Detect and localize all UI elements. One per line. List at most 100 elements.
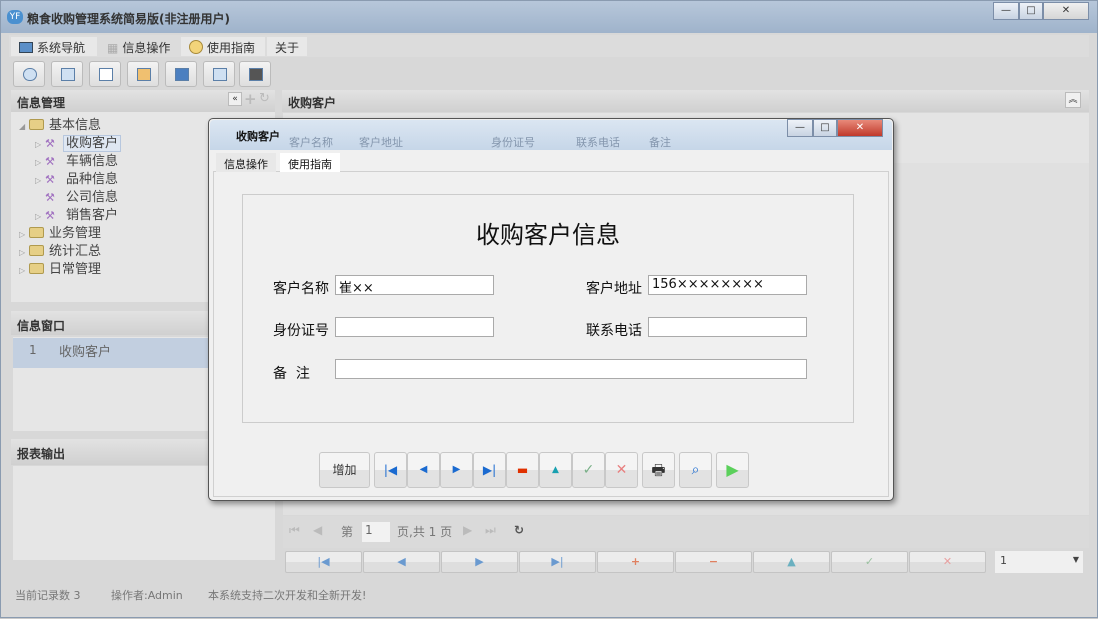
grid-icon: ▦ bbox=[107, 41, 119, 55]
folder-icon bbox=[29, 119, 44, 130]
page-input[interactable]: 1 bbox=[362, 522, 390, 542]
folder-icon bbox=[29, 245, 44, 256]
main-header: 收购客户 bbox=[282, 90, 1089, 112]
tree-node-daily[interactable]: ▷ 日常管理 bbox=[19, 261, 101, 279]
menu-guide[interactable]: 使用指南 bbox=[181, 37, 265, 56]
preview-icon: ⌕ bbox=[691, 462, 700, 478]
refresh-icon[interactable]: ↻ bbox=[259, 91, 270, 106]
delete-record-button[interactable]: − bbox=[675, 551, 752, 573]
collapsed-icon: ▷ bbox=[35, 212, 42, 221]
chevron-down-icon: ▼ bbox=[1072, 555, 1079, 564]
delete-button[interactable]: ▬ bbox=[506, 452, 539, 488]
app-logo-icon: YF bbox=[7, 10, 23, 24]
tab-guide[interactable]: 使用指南 bbox=[280, 153, 340, 172]
page-prefix: 第 bbox=[341, 525, 354, 539]
folder-icon bbox=[29, 227, 44, 238]
menu-system-nav[interactable]: 系统导航 bbox=[11, 37, 97, 56]
document-button[interactable] bbox=[89, 61, 121, 87]
run-button[interactable]: ▶ bbox=[716, 452, 749, 488]
last-record-button[interactable]: ▶| bbox=[473, 452, 506, 488]
prev-icon: ◀ bbox=[419, 464, 428, 475]
title-bar: 粮食收购管理系统简易版(非注册用户) bbox=[1, 1, 1097, 33]
expand-button[interactable]: ︽ bbox=[1065, 92, 1081, 108]
cancel-button[interactable]: ✕ bbox=[605, 452, 638, 488]
collapsed-icon: ▷ bbox=[19, 266, 26, 275]
maximize-button[interactable]: □ bbox=[1019, 2, 1043, 20]
folder-icon bbox=[29, 263, 44, 274]
phone-input[interactable] bbox=[648, 317, 807, 337]
next-record-button[interactable]: ▶ bbox=[440, 452, 473, 488]
close-button[interactable]: ✕ bbox=[1043, 2, 1089, 20]
search-button[interactable] bbox=[13, 61, 45, 87]
list-button[interactable] bbox=[51, 61, 83, 87]
status-message: 本系统支持二次开发和全新开发! bbox=[208, 589, 367, 602]
confirm-button[interactable]: ✓ bbox=[572, 452, 605, 488]
cancel-record-button[interactable]: ✕ bbox=[909, 551, 986, 573]
collapse-button[interactable]: « bbox=[228, 92, 242, 106]
tree-node-sales-customer[interactable]: ▷ ⚒ 销售客户 bbox=[35, 207, 118, 225]
dialog-minimize-button[interactable]: — bbox=[787, 119, 813, 137]
collapsed-icon: ▷ bbox=[35, 158, 42, 167]
window-button[interactable] bbox=[239, 61, 271, 87]
tree-node-basic[interactable]: ◢ 基本信息 bbox=[19, 117, 101, 135]
add-icon[interactable]: + bbox=[244, 90, 257, 108]
customer-address-input[interactable]: 156×××××××× bbox=[648, 275, 807, 295]
export-button[interactable] bbox=[203, 61, 235, 87]
confirm-record-button[interactable]: ✓ bbox=[831, 551, 908, 573]
tools-icon: ⚒ bbox=[45, 155, 55, 168]
edit-record-button[interactable]: ▲ bbox=[753, 551, 830, 573]
tools-icon: ⚒ bbox=[45, 137, 55, 150]
dialog-maximize-button[interactable]: □ bbox=[813, 119, 837, 137]
first-page-icon[interactable]: ⏮ bbox=[289, 523, 300, 538]
record-count: 当前记录数 3 bbox=[15, 589, 81, 602]
customer-dialog: 收购客户 — □ ✕ 信息操作 使用指南 收购客户信息 客户名称 崔×× 客户地… bbox=[208, 118, 894, 501]
tools-icon: ⚒ bbox=[45, 209, 55, 222]
minus-icon: ▬ bbox=[516, 463, 529, 477]
menu-info-ops[interactable]: ▦ 信息操作 bbox=[99, 37, 179, 56]
window-icon bbox=[249, 68, 263, 81]
tools-icon: ⚒ bbox=[45, 191, 55, 204]
menu-about[interactable]: 关于 bbox=[267, 37, 307, 56]
up-icon: ▲ bbox=[552, 465, 559, 475]
tree-node-purchase-customer[interactable]: ▷ ⚒ 收购客户 bbox=[35, 135, 122, 153]
tree-node-vehicle[interactable]: ▷ ⚒ 车辆信息 bbox=[35, 153, 118, 171]
nav-prev-button[interactable]: ◀ bbox=[363, 551, 440, 573]
print-button[interactable]: 🖶 bbox=[642, 452, 675, 488]
nav-next-button[interactable]: ▶ bbox=[441, 551, 518, 573]
next-page-icon[interactable]: ▶ bbox=[463, 523, 472, 537]
last-page-icon[interactable]: ⏭ bbox=[485, 523, 496, 538]
nav-first-button[interactable]: |◀ bbox=[285, 551, 362, 573]
page-total: 页,共 1 页 bbox=[397, 525, 453, 539]
add-button[interactable]: 增加 bbox=[319, 452, 370, 488]
refresh-icon[interactable]: ↻ bbox=[514, 523, 524, 537]
screen-button[interactable] bbox=[165, 61, 197, 87]
printer-icon: 🖶 bbox=[651, 461, 666, 479]
prev-page-icon[interactable]: ◀ bbox=[313, 523, 322, 537]
dialog-close-button[interactable]: ✕ bbox=[837, 119, 883, 137]
prev-record-button[interactable]: ◀ bbox=[407, 452, 440, 488]
x-icon: ✕ bbox=[615, 462, 628, 478]
edit-button[interactable]: ▲ bbox=[539, 452, 572, 488]
first-record-button[interactable]: |◀ bbox=[374, 452, 407, 488]
customer-form: 收购客户信息 客户名称 崔×× 客户地址 156×××××××× 身份证号 联系… bbox=[242, 194, 854, 423]
preview-button[interactable]: ⌕ bbox=[679, 452, 712, 488]
tree-node-statistics[interactable]: ▷ 统计汇总 bbox=[19, 243, 101, 261]
tree-node-business[interactable]: ▷ 业务管理 bbox=[19, 225, 101, 243]
dialog-window-controls: — □ ✕ bbox=[787, 119, 887, 138]
tree-node-variety[interactable]: ▷ ⚒ 品种信息 bbox=[35, 171, 118, 189]
tree-node-company[interactable]: ⚒ 公司信息 bbox=[35, 189, 118, 207]
first-icon: |◀ bbox=[383, 463, 398, 477]
operator: 操作者:Admin bbox=[111, 589, 183, 602]
collapsed-icon: ▷ bbox=[19, 248, 26, 257]
tab-info-ops[interactable]: 信息操作 bbox=[216, 153, 276, 172]
record-select[interactable]: 1 ▼ bbox=[995, 551, 1083, 573]
customer-name-input[interactable]: 崔×× bbox=[335, 275, 494, 296]
user-button[interactable] bbox=[127, 61, 159, 87]
nav-last-button[interactable]: ▶| bbox=[519, 551, 596, 573]
id-number-input[interactable] bbox=[335, 317, 494, 337]
help-icon bbox=[189, 40, 203, 54]
minimize-button[interactable]: — bbox=[993, 2, 1019, 20]
last-icon: ▶| bbox=[482, 463, 497, 477]
add-record-button[interactable]: + bbox=[597, 551, 674, 573]
note-input[interactable] bbox=[335, 359, 807, 379]
